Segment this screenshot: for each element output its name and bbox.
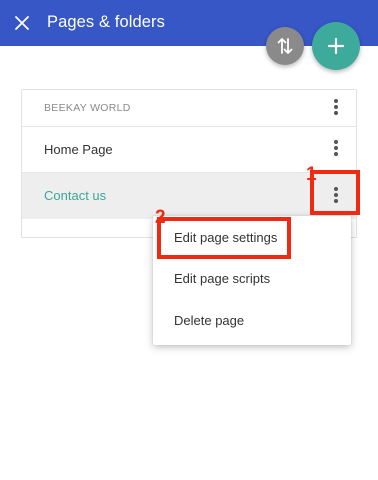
plus-icon <box>327 37 345 55</box>
menu-item-label: Edit page scripts <box>174 271 271 286</box>
page-title: Pages & folders <box>47 13 165 31</box>
close-icon[interactable] <box>12 13 32 33</box>
annotation-box-step-2 <box>157 217 291 259</box>
sort-arrows-icon <box>277 38 293 54</box>
more-vert-icon[interactable] <box>330 99 342 119</box>
annotation-step-1: 1 <box>306 164 317 185</box>
annotation-step-2: 2 <box>155 207 166 228</box>
menu-item-delete-page[interactable]: Delete page <box>153 301 351 341</box>
site-row: BEEKAY WORLD <box>22 90 356 127</box>
add-page-button[interactable] <box>312 22 360 70</box>
menu-item-label: Delete page <box>174 313 245 328</box>
page-label: Contact us <box>44 188 107 203</box>
site-name: BEEKAY WORLD <box>44 102 131 114</box>
sort-button[interactable] <box>266 27 304 65</box>
more-vert-icon[interactable] <box>330 140 342 160</box>
page-label: Home Page <box>44 142 113 157</box>
annotation-box-step-1 <box>310 170 360 215</box>
menu-item-edit-scripts[interactable]: Edit page scripts <box>153 259 351 299</box>
